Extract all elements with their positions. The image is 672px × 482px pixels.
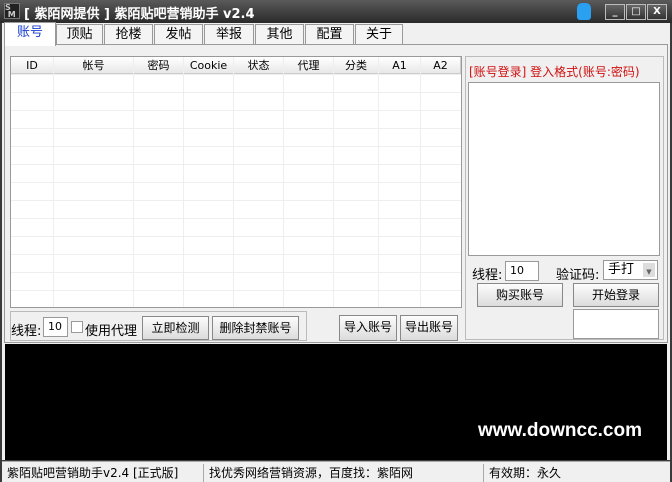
chevron-down-icon: ▼ (643, 263, 655, 277)
status-bar: 紫陌贴吧营销助手v2.4 [正式版] 找优秀网络营销资源，百度找：紫陌网 有效期… (2, 461, 670, 482)
buy-account-button[interactable]: 购买账号 (477, 283, 563, 307)
status-ad: 找优秀网络营销资源，百度找：紫陌网 (204, 464, 484, 482)
login-hint: [账号登录] 登入格式(账号:密码) (469, 65, 640, 79)
tab-about[interactable]: 关于 (355, 24, 403, 45)
column-line (234, 57, 284, 307)
app-icon: S M (4, 3, 20, 19)
column-line (284, 57, 334, 307)
window-title: [ 紫陌网提供 ] 紫陌贴吧营销助手 v2.4 (24, 7, 255, 22)
export-account-button[interactable]: 导出账号 (400, 315, 458, 341)
captcha-select[interactable]: 手打 ▼ (603, 260, 658, 280)
tab-report[interactable]: 举报 (204, 24, 254, 45)
use-proxy-checkbox[interactable] (71, 321, 83, 333)
tab-account[interactable]: 账号 (4, 22, 56, 46)
captcha-value: 手打 (608, 262, 635, 277)
import-account-button[interactable]: 导入账号 (339, 315, 397, 341)
tab-grab-floor[interactable]: 抢楼 (104, 24, 153, 45)
column-line (334, 57, 379, 307)
captcha-image (573, 309, 659, 339)
tab-bump[interactable]: 顶贴 (56, 24, 103, 45)
close-button[interactable]: X (647, 4, 667, 20)
column-line (54, 57, 134, 307)
status-expiry: 有效期：永久 (489, 466, 562, 480)
log-area[interactable] (5, 344, 667, 460)
account-input-textarea[interactable] (468, 82, 660, 256)
status-app: 紫陌贴吧营销助手v2.4 [正式版] (2, 464, 204, 482)
captcha-label: 验证码: (556, 268, 600, 283)
title-bar: S M [ 紫陌网提供 ] 紫陌贴吧营销助手 v2.4 _ □ X (0, 0, 672, 23)
use-proxy-label[interactable]: 使用代理 (85, 320, 137, 339)
start-login-button[interactable]: 开始登录 (573, 283, 659, 307)
column-header[interactable]: A2 (421, 57, 461, 74)
maximize-button[interactable]: □ (626, 4, 646, 20)
threads-label: 线程: (11, 324, 42, 339)
account-table[interactable]: ID 帐号 密码 Cookie 状态 代理 分类 A1 A2 (10, 56, 462, 308)
login-threads-label: 线程: (472, 268, 503, 283)
check-now-button[interactable]: 立即检测 (142, 316, 209, 340)
tab-config[interactable]: 配置 (305, 24, 354, 45)
delete-banned-button[interactable]: 删除封禁账号 (212, 316, 299, 340)
minimize-button[interactable]: _ (605, 4, 625, 20)
skin-icon[interactable] (577, 3, 591, 20)
threads-input[interactable]: 10 (43, 317, 68, 337)
login-threads-input[interactable]: 10 (505, 261, 539, 281)
tab-post[interactable]: 发帖 (154, 24, 203, 45)
column-line (134, 57, 184, 307)
watermark: www.downcc.com (478, 420, 642, 441)
column-line (379, 57, 421, 307)
column-line (184, 57, 234, 307)
tab-other[interactable]: 其他 (255, 24, 304, 45)
column-line (11, 57, 54, 307)
